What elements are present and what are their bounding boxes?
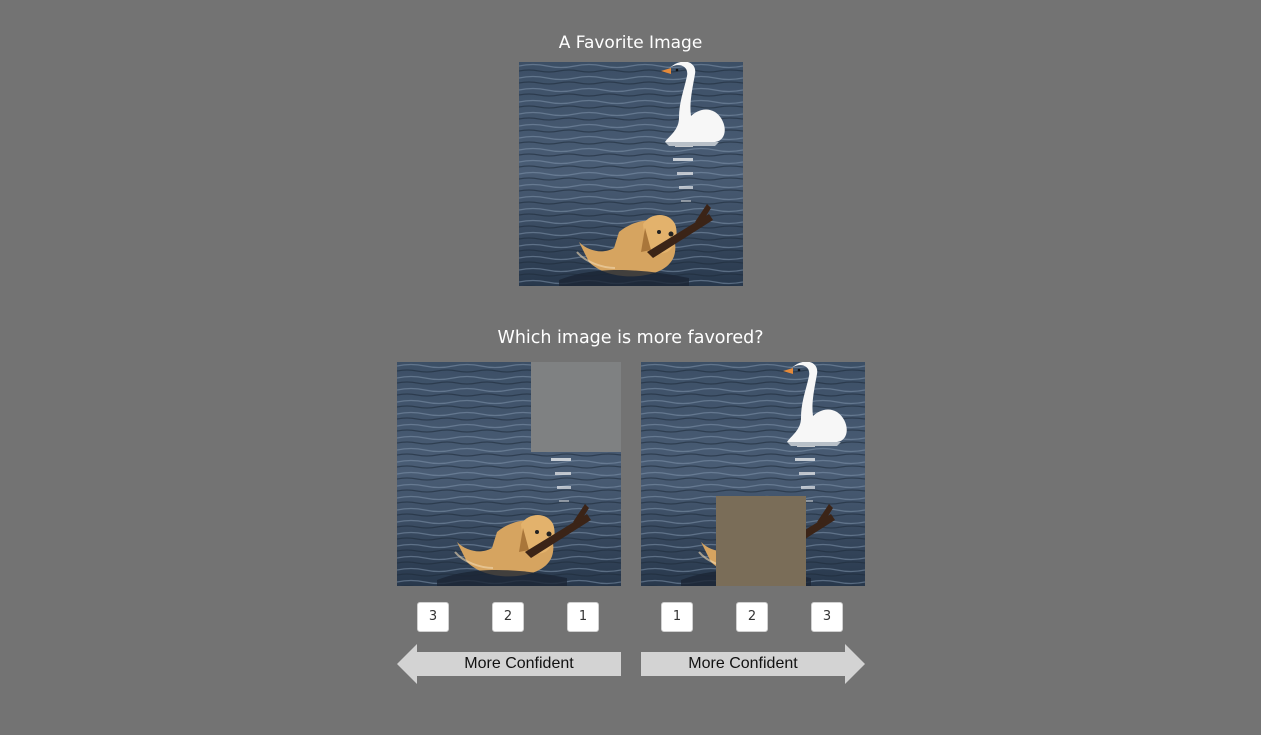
arrow-label: More Confident [464, 655, 574, 672]
option-image-right[interactable] [641, 362, 865, 586]
reference-title: A Favorite Image [558, 33, 703, 53]
left-confidence-1-button[interactable]: 1 [567, 602, 599, 632]
question-title: Which image is more favored? [497, 328, 764, 348]
occlusion-patch [531, 362, 621, 452]
right-confidence-2-button[interactable]: 2 [736, 602, 768, 632]
scene-photo [519, 62, 743, 286]
reference-image [519, 62, 743, 286]
left-confidence-arrow: More Confident [397, 644, 621, 684]
survey-page: A Favorite Image Which image is more fav… [0, 0, 1261, 735]
right-confidence-3-button[interactable]: 3 [811, 602, 843, 632]
right-confidence-arrow: More Confident [641, 644, 865, 684]
arrow-label: More Confident [688, 655, 798, 672]
right-confidence-1-button[interactable]: 1 [661, 602, 693, 632]
left-confidence-2-button[interactable]: 2 [492, 602, 524, 632]
occlusion-patch [716, 496, 806, 586]
option-image-left[interactable] [397, 362, 621, 586]
left-confidence-3-button[interactable]: 3 [417, 602, 449, 632]
